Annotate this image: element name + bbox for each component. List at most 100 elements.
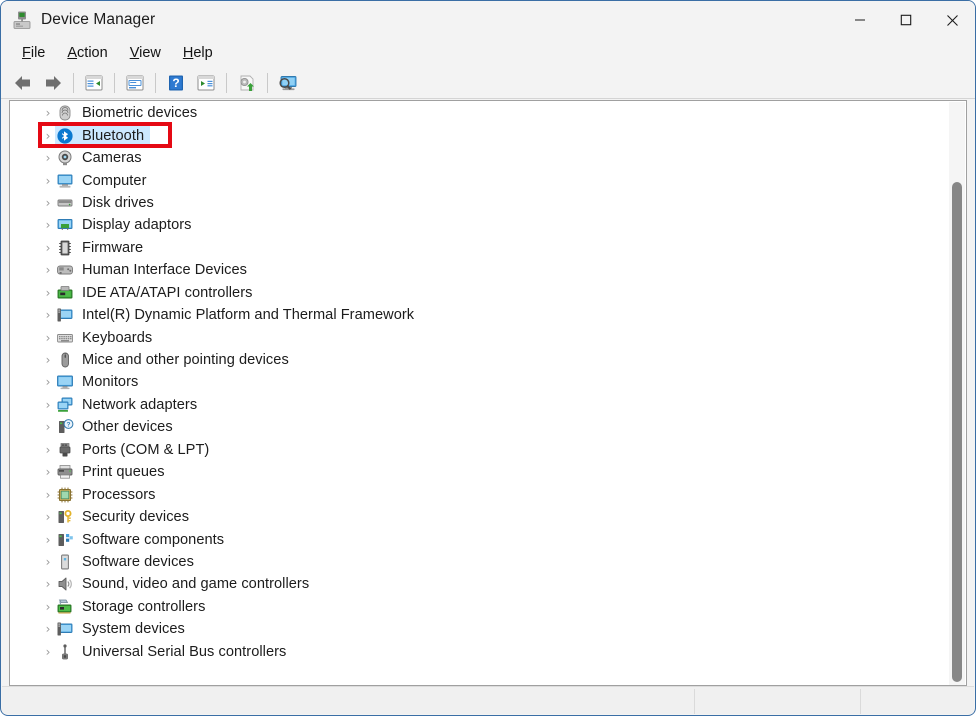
chevron-right-icon[interactable]: ›	[40, 197, 56, 209]
svg-text:?: ?	[67, 422, 71, 429]
tree-item-computer[interactable]: ›Computer	[10, 169, 940, 191]
hid-icon	[56, 261, 76, 279]
system-device-icon	[56, 306, 76, 324]
chevron-right-icon[interactable]: ›	[40, 623, 56, 635]
tree-item-security-devices[interactable]: › Security devices	[10, 506, 940, 528]
forward-button[interactable]	[38, 70, 68, 96]
chevron-right-icon[interactable]: ›	[40, 578, 56, 590]
title-bar: Device Manager	[1, 1, 975, 39]
chevron-right-icon[interactable]: ›	[40, 444, 56, 456]
firmware-icon	[56, 239, 76, 257]
tree-item-label: Cameras	[82, 150, 142, 166]
tree-item-label: Intel(R) Dynamic Platform and Thermal Fr…	[82, 307, 414, 323]
chevron-right-icon[interactable]: ›	[40, 242, 56, 254]
help-button[interactable]: ?	[161, 70, 191, 96]
show-hide-action-pane-button[interactable]	[191, 70, 221, 96]
monitor-icon	[56, 373, 76, 391]
tree-item-monitors[interactable]: › Monitors	[10, 371, 940, 393]
chevron-right-icon[interactable]: ›	[40, 309, 56, 321]
ide-controller-icon	[56, 284, 76, 302]
chevron-right-icon[interactable]: ›	[40, 601, 56, 613]
tree-item-other-devices[interactable]: ›? Other devices	[10, 416, 940, 438]
processor-icon	[56, 486, 76, 504]
menu-item-action[interactable]: Action	[56, 43, 118, 63]
chevron-right-icon[interactable]: ›	[40, 556, 56, 568]
scan-hardware-changes-button[interactable]	[273, 70, 303, 96]
tree-item-network-adapters[interactable]: ›Network adapters	[10, 394, 940, 416]
chevron-right-icon[interactable]: ›	[40, 646, 56, 658]
security-device-icon	[56, 508, 76, 526]
chevron-right-icon[interactable]: ›	[40, 354, 56, 366]
chevron-right-icon[interactable]: ›	[40, 175, 56, 187]
mouse-icon	[56, 351, 76, 369]
tree-item-sound-video-and-game-controllers[interactable]: › Sound, video and game controllers	[10, 573, 940, 595]
storage-controller-icon	[56, 598, 76, 616]
device-tree: ›Biometric devices›Bluetooth › Cameras ›Com…	[10, 102, 940, 663]
chevron-right-icon[interactable]: ›	[40, 264, 56, 276]
tree-item-display-adaptors[interactable]: ›Display adaptors	[10, 214, 940, 236]
tree-item-software-devices[interactable]: ›Software devices	[10, 551, 940, 573]
tree-item-ports-com-lpt[interactable]: › Ports (COM & LPT)	[10, 439, 940, 461]
chevron-right-icon[interactable]: ›	[40, 332, 56, 344]
menu-item-view[interactable]: View	[119, 43, 172, 63]
toolbar-separator	[155, 73, 156, 93]
minimize-button[interactable]	[837, 1, 883, 39]
maximize-button[interactable]	[883, 1, 929, 39]
other-device-icon: ?	[56, 418, 76, 436]
tree-item-label: Sound, video and game controllers	[82, 576, 309, 592]
back-button[interactable]	[8, 70, 38, 96]
tree-item-label: Security devices	[82, 509, 189, 525]
tree-item-ide-ata-atapi-controllers[interactable]: › IDE ATA/ATAPI controllers	[10, 282, 940, 304]
chevron-right-icon[interactable]: ›	[40, 534, 56, 546]
tree-item-firmware[interactable]: › Firmware	[10, 237, 940, 259]
chevron-right-icon[interactable]: ›	[40, 107, 56, 119]
tree-item-universal-serial-bus-controllers[interactable]: ›Universal Serial Bus controllers	[10, 641, 940, 663]
tree-item-software-components[interactable]: › Software components	[10, 528, 940, 550]
chevron-right-icon[interactable]: ›	[40, 152, 56, 164]
tree-item-keyboards[interactable]: ›Keyboards	[10, 326, 940, 348]
chevron-right-icon[interactable]: ›	[40, 287, 56, 299]
menu-item-help[interactable]: Help	[172, 43, 224, 63]
update-driver-button[interactable]	[232, 70, 262, 96]
window-controls	[837, 1, 975, 39]
chevron-right-icon[interactable]: ›	[40, 421, 56, 433]
tree-item-label: Other devices	[82, 419, 173, 435]
software-device-icon	[56, 553, 76, 571]
show-hide-console-tree-button[interactable]	[79, 70, 109, 96]
tree-item-label: Firmware	[82, 240, 143, 256]
chevron-right-icon[interactable]: ›	[40, 376, 56, 388]
chevron-right-icon[interactable]: ›	[40, 399, 56, 411]
chevron-right-icon[interactable]: ›	[40, 219, 56, 231]
chevron-right-icon[interactable]: ›	[40, 489, 56, 501]
chevron-right-icon[interactable]: ›	[40, 511, 56, 523]
tree-item-label: IDE ATA/ATAPI controllers	[82, 285, 252, 301]
tree-item-storage-controllers[interactable]: ›Storage controllers	[10, 596, 940, 618]
tree-item-processors[interactable]: ›Processors	[10, 483, 940, 505]
tree-item-cameras[interactable]: › Cameras	[10, 147, 940, 169]
tree-item-mice-and-other-pointing-devices[interactable]: ›Mice and other pointing devices	[10, 349, 940, 371]
scrollbar-thumb[interactable]	[952, 182, 962, 682]
toolbar-separator	[114, 73, 115, 93]
tree-item-bluetooth[interactable]: ›Bluetooth	[10, 124, 940, 146]
properties-button[interactable]	[120, 70, 150, 96]
tree-item-biometric-devices[interactable]: ›Biometric devices	[10, 102, 940, 124]
close-button[interactable]	[929, 1, 975, 39]
svg-text:?: ?	[172, 76, 179, 90]
vertical-scrollbar[interactable]	[949, 102, 965, 686]
chevron-right-icon[interactable]: ›	[40, 130, 56, 142]
tree-item-label: Monitors	[82, 374, 138, 390]
tree-item-disk-drives[interactable]: ›Disk drives	[10, 192, 940, 214]
status-cell-3	[861, 687, 974, 715]
tree-item-label: Print queues	[82, 464, 165, 480]
tree-item-print-queues[interactable]: › Print queues	[10, 461, 940, 483]
tree-item-human-interface-devices[interactable]: ›Human Interface Devices	[10, 259, 940, 281]
tree-item-intel-r-dynamic-platform-and-thermal-framework[interactable]: › Intel(R) Dynamic Platform and Thermal F…	[10, 304, 940, 326]
tree-item-label: Ports (COM & LPT)	[82, 442, 209, 458]
menu-item-file[interactable]: File	[11, 43, 56, 63]
tree-item-label: Software components	[82, 532, 224, 548]
chevron-right-icon[interactable]: ›	[40, 466, 56, 478]
tree-item-system-devices[interactable]: ›System devices	[10, 618, 940, 640]
toolbar: ?	[1, 67, 975, 99]
display-adapter-icon	[56, 216, 76, 234]
device-manager-window: Device Manager File Action	[0, 0, 976, 716]
